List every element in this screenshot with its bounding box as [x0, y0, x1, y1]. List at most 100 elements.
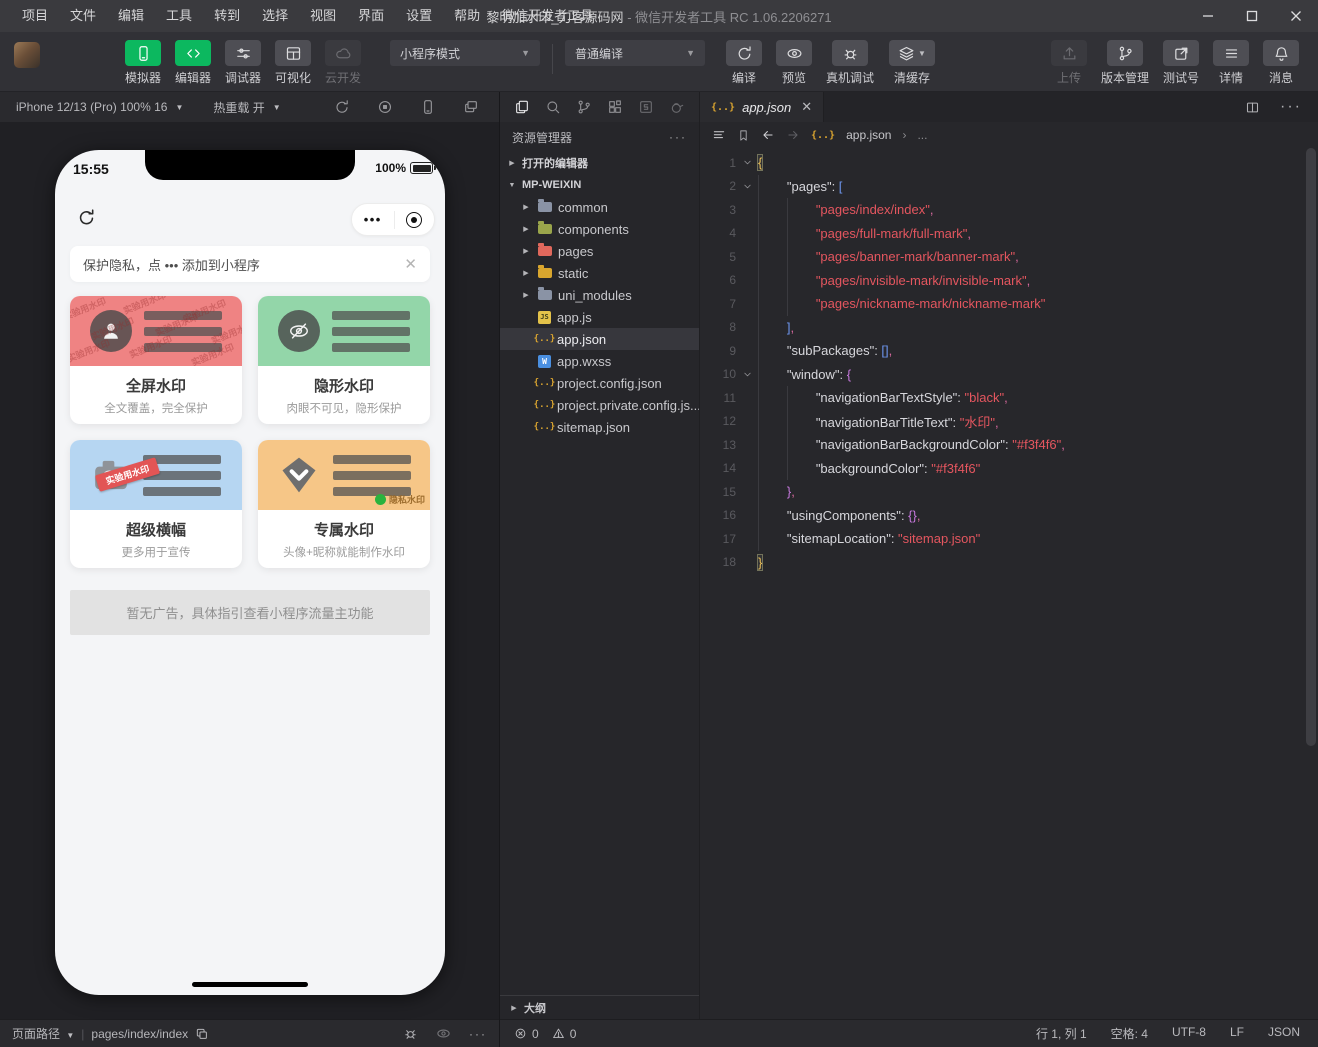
tree-item-label: app.json — [557, 331, 607, 347]
status-item-1[interactable]: 空格: 4 — [1111, 1025, 1148, 1042]
menu-item-9[interactable]: 帮助 — [444, 0, 490, 32]
page-reload-button[interactable] — [77, 208, 96, 232]
user-avatar[interactable] — [14, 42, 40, 68]
activity-extensions-button[interactable] — [607, 99, 623, 115]
tree-item-project.config.json[interactable]: {..} project.config.json — [500, 372, 699, 394]
rotate-button[interactable] — [334, 99, 350, 115]
breadcrumb-symbol[interactable]: ... — [917, 128, 927, 142]
menu-item-10[interactable]: 微信开发者工具 — [492, 0, 603, 32]
activity-debug-tool-button[interactable] — [669, 99, 685, 115]
tree-item-app.js[interactable]: JS app.js — [500, 306, 699, 328]
page-path-select[interactable]: 页面路径 ▼ — [12, 1025, 74, 1042]
feature-card-1[interactable]: 隐形水印 肉眼不可见，隐形保护 — [258, 296, 430, 424]
json-file-icon: {..} — [533, 400, 556, 410]
close-miniprogram-button[interactable] — [406, 211, 423, 228]
menu-item-7[interactable]: 界面 — [348, 0, 394, 32]
preview-button[interactable]: 预览 — [769, 40, 819, 86]
compile-button[interactable]: 编译 — [719, 40, 769, 86]
tab-close-icon[interactable]: ✕ — [801, 99, 812, 115]
cloud-dev-button[interactable]: 云开发 — [318, 40, 368, 86]
debugger-button[interactable]: 调试器 — [218, 40, 268, 86]
activity-npm-scripts-button[interactable] — [638, 99, 654, 115]
status-item-0[interactable]: 行 1, 列 1 — [1036, 1025, 1087, 1042]
divider — [393, 210, 395, 229]
device-debug-button[interactable]: 真机调试 — [819, 40, 881, 86]
layout-icon — [286, 46, 300, 60]
close-button[interactable] — [1274, 0, 1318, 32]
status-item-3[interactable]: LF — [1230, 1025, 1244, 1042]
problems-indicator[interactable]: 0 0 — [500, 1027, 700, 1041]
activity-search-button[interactable] — [545, 99, 561, 115]
clear-cache-button[interactable]: ▼ 清缓存 — [881, 40, 943, 86]
minimize-button[interactable] — [1186, 0, 1230, 32]
vconsole-button[interactable] — [403, 1026, 418, 1041]
details-button[interactable]: 详情 — [1206, 40, 1256, 86]
simulator-button[interactable]: 模拟器 — [118, 40, 168, 86]
outline-list-icon[interactable] — [712, 128, 726, 142]
tab-strip: {..} app.json ✕ ··· — [700, 92, 1318, 122]
banner-close-icon[interactable]: ✕ — [404, 255, 417, 273]
menu-item-1[interactable]: 文件 — [60, 0, 106, 32]
hot-reload-toggle[interactable]: 热重载 开 ▼ — [213, 99, 280, 116]
status-item-2[interactable]: UTF-8 — [1172, 1025, 1206, 1042]
status-item-4[interactable]: JSON — [1268, 1025, 1300, 1042]
visualizer-button[interactable]: 可视化 — [268, 40, 318, 86]
code-editor[interactable]: 1{2 "pages": [3 "pages/index/index", 4 "page… — [700, 148, 1318, 1019]
feature-card-0[interactable]: 实验用水印 实验用水印 实验用水印 实验用水印 实验用水印 实验用水印 实验用水印 实验用水印… — [70, 296, 242, 424]
tree-item-MP-WEIXIN[interactable]: ▼ MP-WEIXIN — [500, 174, 699, 196]
tree-item-pages[interactable]: ▶ pages — [500, 240, 699, 262]
menu-item-5[interactable]: 选择 — [252, 0, 298, 32]
tree-item-sitemap.json[interactable]: {..} sitemap.json — [500, 416, 699, 438]
device-select[interactable]: iPhone 12/13 (Pro) 100% 16 ▼ — [16, 100, 183, 114]
json-file-icon: {..} — [711, 101, 736, 113]
tree-item-uni_modules[interactable]: ▶ uni_modules — [500, 284, 699, 306]
tree-item-common[interactable]: ▶ common — [500, 196, 699, 218]
mode-select[interactable]: 小程序模式 ▼ — [390, 40, 540, 66]
maximize-button[interactable] — [1230, 0, 1274, 32]
tree-item-node0[interactable]: ▶ 打开的编辑器 — [500, 152, 699, 174]
menu-item-2[interactable]: 编辑 — [108, 0, 154, 32]
test-account-button[interactable]: 测试号 — [1156, 40, 1206, 86]
feature-card-3[interactable]: 隐私水印 专属水印 头像+昵称就能制作水印 — [258, 440, 430, 568]
upload-button[interactable]: 上传 — [1044, 40, 1094, 86]
navigate-back-icon[interactable] — [761, 128, 775, 142]
menu-item-4[interactable]: 转到 — [204, 0, 250, 32]
more-menu-button[interactable]: ••• — [364, 213, 382, 226]
split-editor-icon — [1246, 102, 1259, 112]
code-line: 11 "navigationBarTextStyle": "black", — [700, 386, 1318, 410]
tree-item-project.private.config.js...[interactable]: {..} project.private.config.js... — [500, 394, 699, 416]
outline-section[interactable]: ▶ 大纲 — [500, 995, 699, 1019]
editor-button[interactable]: 编辑器 — [168, 40, 218, 86]
activity-files-button[interactable] — [514, 99, 530, 115]
more-options-button[interactable]: ··· — [469, 1027, 487, 1041]
error-count: 0 — [532, 1026, 539, 1041]
device-preview-button[interactable] — [420, 99, 436, 115]
breadcrumb-file[interactable]: app.json — [846, 128, 891, 142]
explorer-more-button[interactable]: ··· — [669, 130, 687, 144]
messages-button[interactable]: 消息 — [1256, 40, 1306, 86]
tree-item-static[interactable]: ▶ static — [500, 262, 699, 284]
menu-item-8[interactable]: 设置 — [396, 0, 442, 32]
chevron-down-icon: ▼ — [521, 48, 530, 58]
version-control-button[interactable]: 版本管理 — [1094, 40, 1156, 86]
chevron-down-icon: ▼ — [175, 102, 184, 112]
menu-item-6[interactable]: 视图 — [300, 0, 346, 32]
tree-item-app.wxss[interactable]: Wapp.wxss — [500, 350, 699, 372]
bookmark-icon[interactable] — [737, 129, 750, 142]
tab-app-json[interactable]: {..} app.json ✕ — [700, 92, 825, 122]
record-button[interactable] — [377, 99, 393, 115]
tree-item-components[interactable]: ▶ components — [500, 218, 699, 240]
split-editor-button[interactable] — [1245, 100, 1260, 115]
preview-toggle-button[interactable] — [436, 1026, 451, 1041]
copy-path-button[interactable] — [195, 1027, 209, 1041]
editor-scrollbar[interactable] — [1306, 148, 1316, 746]
line-number: 1 — [729, 155, 736, 170]
menu-item-0[interactable]: 项目 — [12, 0, 58, 32]
tree-item-app.json[interactable]: {..} app.json — [500, 328, 699, 350]
multi-window-button[interactable] — [463, 99, 479, 115]
feature-card-2[interactable]: 实验用水印 超级横幅 更多用于宣传 — [70, 440, 242, 568]
compile-select[interactable]: 普通编译 ▼ — [565, 40, 705, 66]
activity-source-control-button[interactable] — [576, 99, 592, 115]
editor-more-button[interactable]: ··· — [1280, 98, 1302, 116]
menu-item-3[interactable]: 工具 — [156, 0, 202, 32]
